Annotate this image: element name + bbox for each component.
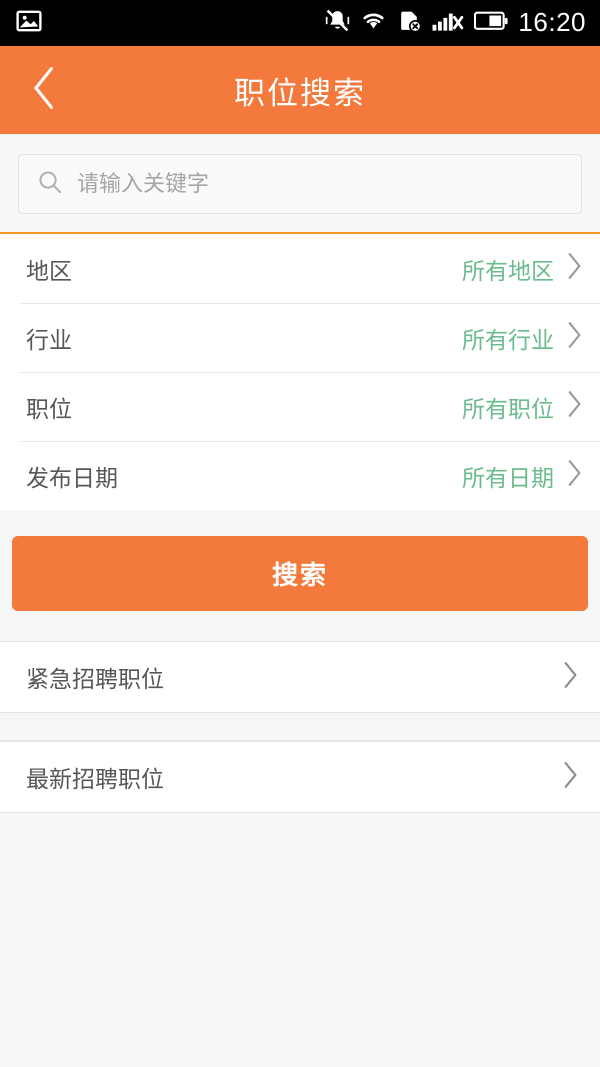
chevron-right-icon [566, 459, 582, 492]
filter-row-region[interactable]: 地区 所有地区 [0, 234, 600, 303]
filter-label: 行业 [26, 326, 72, 353]
battery-icon [474, 10, 508, 37]
chevron-right-icon [566, 390, 582, 423]
link-row-urgent-jobs[interactable]: 紧急招聘职位 [0, 642, 600, 712]
status-bar-right: 16:20 [325, 8, 586, 38]
photo-icon [16, 8, 42, 39]
vibrate-mute-icon [325, 8, 350, 38]
page-title: 职位搜索 [234, 75, 366, 111]
signal-off-icon [432, 8, 464, 38]
status-bar: 16:20 [0, 0, 600, 46]
chevron-right-icon [566, 321, 582, 354]
link-label: 紧急招聘职位 [26, 666, 164, 692]
sim-card-off-icon [397, 8, 422, 38]
filter-label: 职位 [26, 395, 72, 422]
search-button[interactable]: 搜索 [12, 536, 588, 611]
filter-row-publish-date[interactable]: 发布日期 所有日期 [0, 441, 600, 510]
filter-label: 发布日期 [26, 464, 118, 491]
status-bar-left [16, 8, 42, 39]
filter-row-position[interactable]: 职位 所有职位 [0, 372, 600, 441]
filter-value: 所有日期 [462, 464, 554, 491]
back-button[interactable] [14, 46, 76, 134]
search-icon [37, 169, 63, 200]
urgent-jobs-group: 紧急招聘职位 [0, 641, 600, 713]
link-row-latest-jobs[interactable]: 最新招聘职位 [0, 742, 600, 812]
chevron-left-icon [32, 66, 58, 115]
app-root: 16:20 职位搜索 地区 所有地区 [0, 0, 600, 1067]
filter-value: 所有地区 [462, 257, 554, 284]
filter-row-industry[interactable]: 行业 所有行业 [0, 303, 600, 372]
wifi-icon [360, 8, 387, 38]
search-input[interactable] [77, 171, 563, 197]
link-label: 最新招聘职位 [26, 766, 164, 792]
chevron-right-icon [562, 761, 578, 794]
filter-label: 地区 [26, 257, 72, 284]
search-button-section: 搜索 [0, 510, 600, 641]
search-box[interactable] [18, 154, 582, 214]
filter-value: 所有职位 [462, 395, 554, 422]
latest-jobs-group: 最新招聘职位 [0, 741, 600, 813]
search-section [0, 134, 600, 234]
list-gap [0, 713, 600, 741]
app-header: 职位搜索 [0, 46, 600, 134]
chevron-right-icon [566, 252, 582, 285]
filter-value: 所有行业 [462, 326, 554, 353]
status-bar-clock: 16:20 [518, 7, 586, 37]
filter-list: 地区 所有地区 行业 所有行业 职位 所有职位 发布日期 所有日期 [0, 234, 600, 510]
chevron-right-icon [562, 661, 578, 694]
